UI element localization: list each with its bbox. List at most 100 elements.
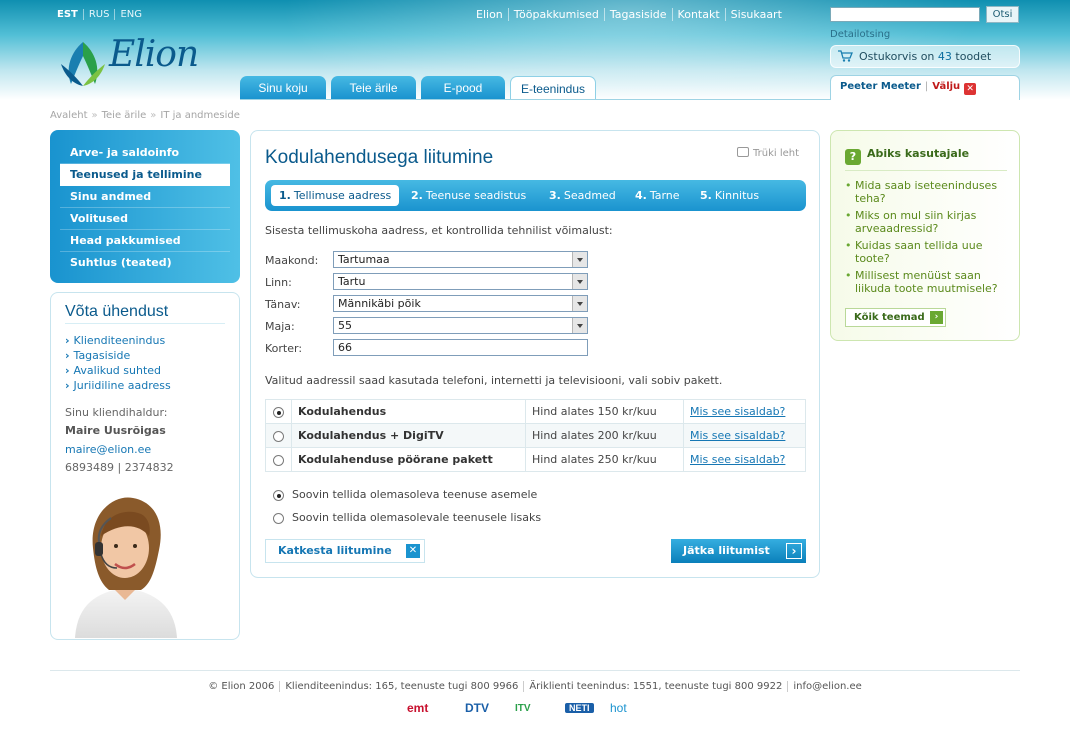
package-radio-cell[interactable]	[265, 447, 292, 472]
city-select[interactable]: Tartu	[333, 273, 588, 290]
package-more-link[interactable]: Mis see sisaldab?	[690, 429, 785, 442]
package-radio-cell[interactable]	[265, 423, 292, 448]
brand-hot-logo[interactable]: hot	[610, 701, 627, 715]
option-add[interactable]: Soovin tellida olemasolevale teenusele l…	[273, 511, 541, 524]
step-4[interactable]: 4. Tarne	[635, 185, 680, 206]
package-more-link[interactable]: Mis see sisaldab?	[690, 405, 785, 418]
table-row[interactable]: Kodulahendus + DigiTV Hind alates 200 kr…	[265, 423, 806, 448]
search-input[interactable]	[830, 7, 980, 22]
contact-link-pr[interactable]: Avalikud suhted	[65, 364, 171, 379]
contact-links: Klienditeenindus Tagasiside Avalikud suh…	[65, 334, 171, 394]
toplink-sitemap[interactable]: Sisukaart	[724, 8, 787, 21]
brand-emt-logo[interactable]: emt	[407, 701, 428, 715]
radio-unselected[interactable]	[273, 512, 284, 524]
breadcrumb-it[interactable]: IT ja andmeside	[160, 110, 240, 121]
house-select[interactable]: 55	[333, 317, 588, 334]
toplink-jobs[interactable]: Tööpakkumised	[507, 8, 604, 21]
all-topics-label: Kõik teemad	[854, 312, 925, 323]
toplink-contact[interactable]: Kontakt	[671, 8, 725, 21]
help-item[interactable]: Kuidas saan tellida uue toote?	[845, 239, 1015, 265]
manager-email[interactable]: maire@elion.ee	[65, 443, 151, 456]
lang-est[interactable]: EST	[57, 9, 83, 20]
step-3[interactable]: 3. Seadmed	[549, 185, 616, 206]
manager-label: Sinu kliendihaldur:	[65, 406, 168, 419]
table-row[interactable]: Kodulahendus Hind alates 150 kr/kuu Mis …	[265, 399, 806, 424]
elion-logo[interactable]: Elion	[57, 34, 212, 90]
tab-eshop[interactable]: E-pood	[421, 76, 505, 99]
logout-link[interactable]: Välju	[932, 81, 960, 92]
nav-item-authorizations[interactable]: Volitused	[60, 208, 230, 230]
brand-itv-logo[interactable]: ITV	[515, 703, 531, 714]
tab-eservice[interactable]: E-teenindus	[510, 76, 596, 100]
apartment-input[interactable]: 66	[333, 339, 588, 356]
chevron-down-icon[interactable]	[572, 296, 587, 311]
option-replace[interactable]: Soovin tellida olemasoleva teenuse aseme…	[273, 488, 537, 501]
contact-link-feedback[interactable]: Tagasiside	[65, 349, 171, 364]
nav-item-billing[interactable]: Arve- ja saldoinfo	[60, 142, 230, 164]
arrow-right-icon: ›	[786, 543, 802, 559]
county-select[interactable]: Tartumaa	[333, 251, 588, 268]
chevron-down-icon[interactable]	[572, 252, 587, 267]
county-value: Tartumaa	[338, 253, 390, 266]
radio-selected[interactable]	[273, 406, 284, 418]
cancel-button[interactable]: Katkesta liitumine ✕	[265, 539, 425, 563]
help-item[interactable]: Miks on mul siin kirjas arveaadressid?	[845, 209, 1015, 235]
street-select[interactable]: Männikäbi põik	[333, 295, 588, 312]
user-box: Peeter Meeter | Välju ✕	[830, 75, 1020, 100]
chevron-down-icon[interactable]	[572, 318, 587, 333]
nav-item-offers[interactable]: Head pakkumised	[60, 230, 230, 252]
step-2[interactable]: 2. Teenuse seadistus	[411, 185, 526, 206]
step-label: Seadmed	[563, 189, 616, 202]
step-5[interactable]: 5. Kinnitus	[700, 185, 759, 206]
tab-business[interactable]: Teie ärile	[331, 76, 416, 99]
detail-search-link[interactable]: Detailotsing	[830, 29, 890, 40]
radio-selected[interactable]	[273, 489, 284, 501]
radio-unselected[interactable]	[273, 454, 284, 466]
nav-item-messages[interactable]: Suhtlus (teated)	[60, 252, 230, 274]
logo-mark-icon	[61, 42, 105, 86]
close-icon[interactable]: ✕	[964, 83, 977, 95]
step-label: Tarne	[649, 189, 680, 202]
footer-customer-service: Klienditeenindus: 165, teenuste tugi 800…	[279, 681, 524, 692]
top-links: Elion Tööpakkumised Tagasiside Kontakt Sisuk…	[476, 8, 787, 21]
brand-dtv-logo[interactable]: DTV	[465, 701, 489, 715]
brand-neti-logo[interactable]: NETI	[565, 703, 594, 713]
cart-box[interactable]: Ostukorvis on 43 toodet	[830, 45, 1020, 68]
cart-unit: toodet	[955, 50, 992, 63]
nav-item-profile[interactable]: Sinu andmed	[60, 186, 230, 208]
radio-unselected[interactable]	[273, 430, 284, 442]
toplink-feedback[interactable]: Tagasiside	[603, 8, 672, 21]
all-topics-button[interactable]: Kõik teemad ›	[845, 308, 946, 327]
footer-business-service: Äriklienti teenindus: 1551, teenuste tug…	[523, 681, 788, 692]
contact-link-service[interactable]: Klienditeenindus	[65, 334, 171, 349]
lang-rus[interactable]: RUS	[82, 9, 115, 20]
contact-box: Võta ühendust Klienditeenindus Tagasisid…	[50, 292, 240, 640]
breadcrumb-separator: »	[91, 110, 98, 121]
user-name[interactable]: Peeter Meeter	[840, 81, 921, 92]
question-icon: ?	[845, 149, 861, 165]
breadcrumb-home[interactable]: Avaleht	[50, 110, 88, 121]
nav-item-services[interactable]: Teenused ja tellimine	[60, 164, 230, 186]
print-link[interactable]: Trüki leht	[737, 147, 799, 159]
lang-eng[interactable]: ENG	[114, 9, 148, 20]
toplink-elion[interactable]: Elion	[476, 8, 508, 21]
contact-link-legal[interactable]: Juriidiline aadress	[65, 379, 171, 394]
help-item[interactable]: Mida saab iseteeninduses teha?	[845, 179, 1015, 205]
breadcrumb-business[interactable]: Teie ärile	[102, 110, 147, 121]
package-radio-cell[interactable]	[265, 399, 292, 424]
step-label: Kinnitus	[714, 189, 760, 202]
logo-wordmark: Elion	[109, 34, 199, 75]
continue-button[interactable]: Jätka liitumist ›	[671, 539, 806, 563]
footer-email[interactable]: info@elion.ee	[787, 681, 867, 692]
package-more-link[interactable]: Mis see sisaldab?	[690, 453, 785, 466]
help-item[interactable]: Millisest menüüst saan liikuda toote muu…	[845, 269, 1015, 295]
tab-home[interactable]: Sinu koju	[240, 76, 326, 99]
help-box: ? Abiks kasutajale Mida saab iseteenindus…	[830, 130, 1020, 341]
step-1[interactable]: 1. Tellimuse aadress	[271, 185, 400, 206]
search-button[interactable]: Otsi	[986, 6, 1019, 23]
table-row[interactable]: Kodulahenduse pöörane pakett Hind alates…	[265, 447, 806, 472]
chevron-down-icon[interactable]	[572, 274, 587, 289]
availability-text: Valitud aadressil saad kasutada telefoni…	[265, 374, 723, 387]
package-more-cell: Mis see sisaldab?	[683, 447, 806, 472]
partner-brands: emt DTV ITV NETI hot	[407, 701, 667, 721]
